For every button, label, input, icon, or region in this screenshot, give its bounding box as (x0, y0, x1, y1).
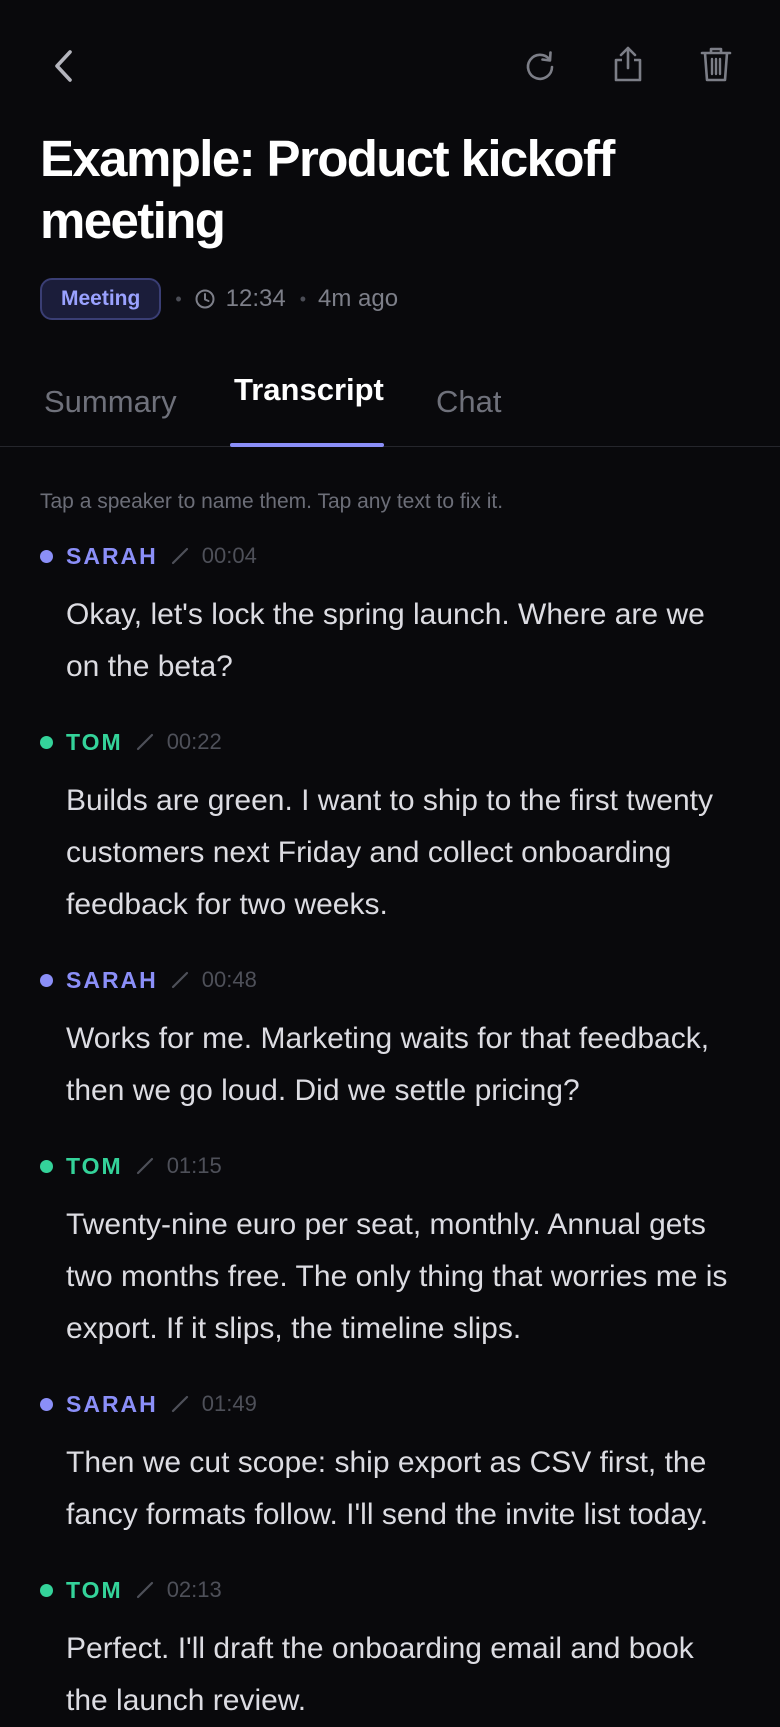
transcript-segment: TOM 01:15 Twenty-nine euro per seat, mon… (40, 1151, 740, 1355)
separator-dot: • (299, 288, 307, 309)
segment-timestamp[interactable]: 00:04 (202, 543, 257, 569)
meeting-meta: Meeting • 12:34 • 4m ago (40, 276, 398, 322)
segment-timestamp[interactable]: 00:48 (202, 967, 257, 993)
pencil-icon[interactable] (135, 1156, 155, 1176)
speaker-color-dot (40, 549, 53, 563)
category-badge[interactable]: Meeting (40, 278, 162, 320)
speaker-name[interactable]: SARAH (66, 1391, 158, 1418)
delete-button[interactable] (688, 36, 744, 92)
tab-chat[interactable]: Chat (436, 384, 501, 420)
speaker-name[interactable]: TOM (66, 729, 123, 756)
separator-dot: • (175, 288, 182, 309)
segment-text[interactable]: Then we cut scope: ship export as CSV fi… (66, 1437, 740, 1541)
duration: 12:34 (225, 285, 286, 312)
edit-hint: Tap a speaker to name them. Tap any text… (40, 490, 504, 513)
transcript-segment: TOM 00:22 Builds are green. I want to sh… (40, 727, 740, 931)
page-title[interactable]: Example: Product kickoff meeting (40, 128, 740, 252)
segment-header: TOM 02:13 (40, 1575, 740, 1605)
segment-header: SARAH 00:04 (40, 541, 740, 571)
back-button[interactable] (36, 38, 92, 94)
segment-text[interactable]: Perfect. I'll draft the onboarding email… (66, 1623, 740, 1727)
segment-timestamp[interactable]: 01:49 (202, 1391, 257, 1417)
segment-text[interactable]: Works for me. Marketing waits for that f… (66, 1013, 740, 1117)
transcript-segment: SARAH 00:04 Okay, let's lock the spring … (40, 541, 740, 693)
top-bar (0, 0, 780, 130)
active-tab-indicator (230, 443, 384, 447)
created-time: 4m ago (318, 285, 399, 312)
share-button[interactable] (600, 36, 656, 92)
segment-text[interactable]: Okay, let's lock the spring launch. Wher… (66, 589, 740, 693)
transcript-segment: TOM 02:13 Perfect. I'll draft the onboar… (40, 1575, 740, 1727)
pencil-icon[interactable] (135, 1580, 155, 1600)
speaker-color-dot (40, 973, 53, 987)
speaker-name[interactable]: SARAH (66, 967, 158, 994)
tab-bar: Summary Transcript Chat (0, 372, 780, 447)
speaker-name[interactable]: TOM (66, 1153, 123, 1180)
tab-transcript[interactable]: Transcript (234, 372, 780, 408)
share-icon (611, 45, 645, 83)
refresh-button[interactable] (512, 38, 568, 94)
speaker-name[interactable]: TOM (66, 1577, 123, 1604)
pencil-icon[interactable] (135, 732, 155, 752)
pencil-icon[interactable] (170, 970, 190, 990)
tab-summary[interactable]: Summary (44, 384, 177, 420)
segment-timestamp[interactable]: 02:13 (167, 1577, 222, 1603)
segment-text[interactable]: Builds are green. I want to ship to the … (66, 775, 740, 931)
segment-header: TOM 00:22 (40, 727, 740, 757)
segment-timestamp[interactable]: 00:22 (167, 729, 222, 755)
segment-header: TOM 01:15 (40, 1151, 740, 1181)
speaker-color-dot (40, 1159, 53, 1173)
segment-header: SARAH 00:48 (40, 965, 740, 995)
speaker-color-dot (40, 735, 53, 749)
speaker-name[interactable]: SARAH (66, 543, 158, 570)
speaker-color-dot (40, 1583, 53, 1597)
clock-icon (194, 288, 216, 310)
chevron-left-icon (50, 48, 78, 84)
refresh-icon (523, 49, 557, 83)
segment-text[interactable]: Twenty-nine euro per seat, monthly. Annu… (66, 1199, 740, 1355)
pencil-icon[interactable] (170, 1394, 190, 1414)
segment-header: SARAH 01:49 (40, 1389, 740, 1419)
transcript-segment: SARAH 01:49 Then we cut scope: ship expo… (40, 1389, 740, 1541)
pencil-icon[interactable] (170, 546, 190, 566)
speaker-color-dot (40, 1397, 53, 1411)
segment-timestamp[interactable]: 01:15 (167, 1153, 222, 1179)
transcript-segment: SARAH 00:48 Works for me. Marketing wait… (40, 965, 740, 1117)
trash-icon (699, 45, 733, 83)
